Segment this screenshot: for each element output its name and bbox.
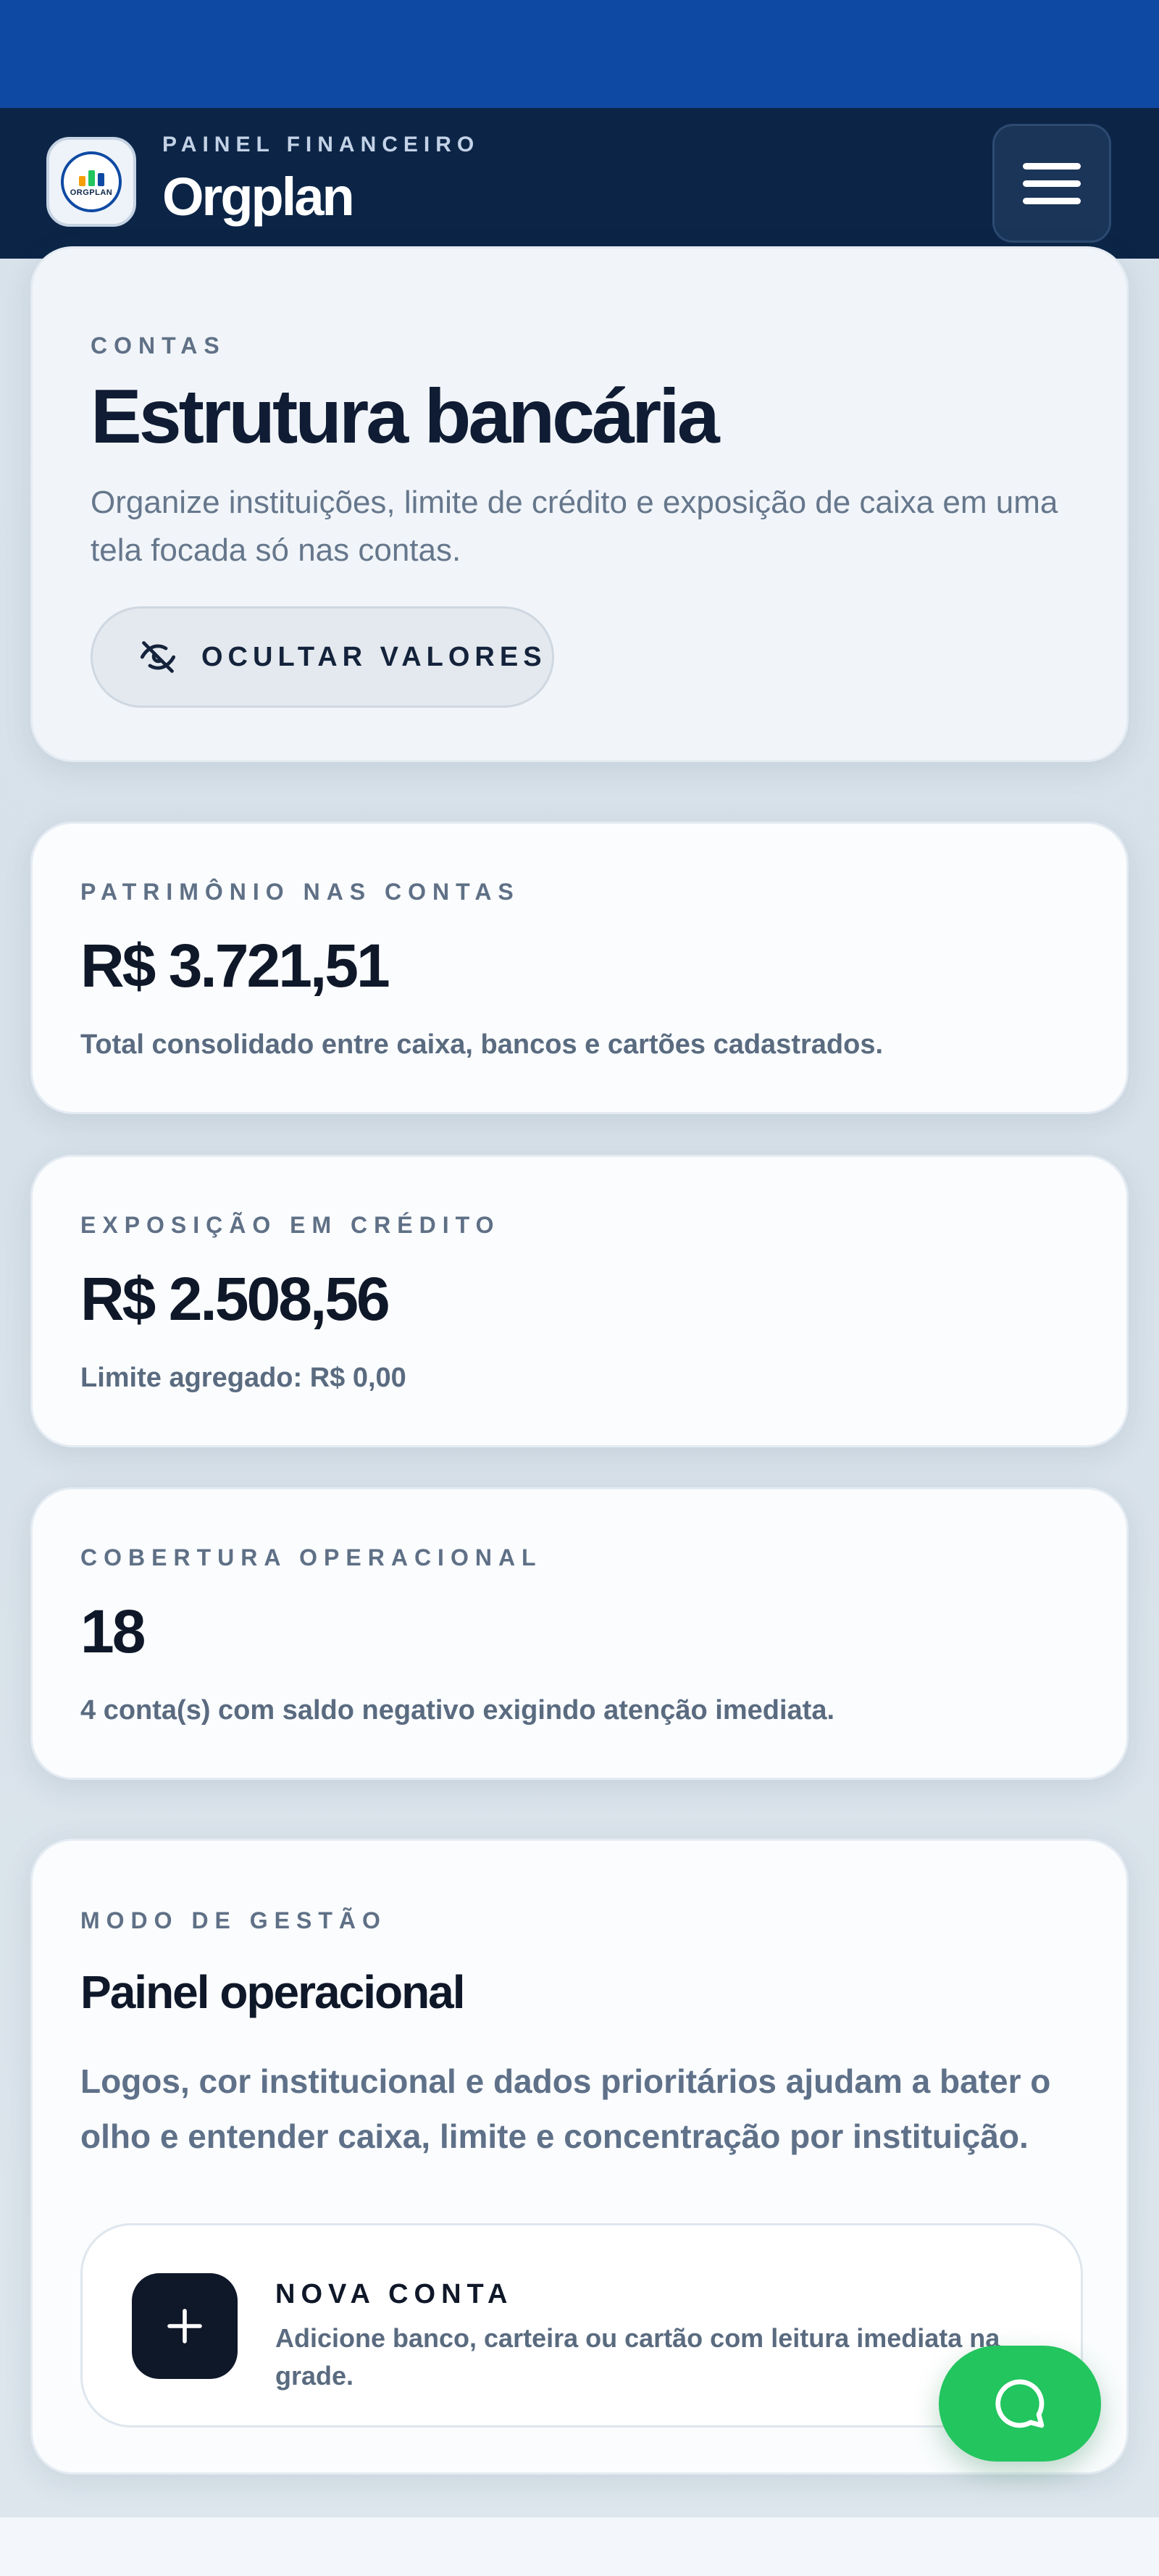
hero-description: Organize instituições, limite de crédito… xyxy=(91,485,1058,568)
stat-card-patrimonio: PATRIMÔNIO NAS CONTAS R$ 3.721,51 Total … xyxy=(30,821,1129,1114)
app-title: Orgplan xyxy=(162,167,355,227)
logo-text: ORGPLAN xyxy=(70,188,113,197)
mode-title: Painel operacional xyxy=(80,1966,466,2018)
header-eyebrow: PAINEL FINANCEIRO xyxy=(162,133,480,156)
stat-value: R$ 2.508,56 xyxy=(80,1265,390,1333)
hide-values-label: OCULTAR VALORES xyxy=(201,641,547,672)
stat-label: COBERTURA OPERACIONAL xyxy=(80,1544,543,1571)
stat-value: 18 xyxy=(80,1597,146,1665)
stat-note: Total consolidado entre caixa, bancos e … xyxy=(80,1029,884,1060)
hero-eyebrow: CONTAS xyxy=(91,333,226,359)
chat-bubble-icon xyxy=(995,2379,1045,2428)
mode-description: Logos, cor institucional e dados priorit… xyxy=(80,2062,1051,2155)
stat-card-cobertura: COBERTURA OPERACIONAL 18 4 conta(s) com … xyxy=(30,1487,1129,1780)
app-header: ORGPLAN PAINEL FINANCEIRO Orgplan xyxy=(0,108,1159,259)
eye-off-icon xyxy=(140,641,176,673)
hide-values-button[interactable]: OCULTAR VALORES xyxy=(91,606,554,708)
add-account-icon-box xyxy=(132,2273,238,2379)
stat-value: R$ 3.721,51 xyxy=(80,932,390,1000)
logo-bars-icon xyxy=(78,167,104,186)
new-account-button[interactable]: NOVA CONTA Adicione banco, carteira ou c… xyxy=(80,2223,1083,2427)
hamburger-menu-icon xyxy=(1023,162,1081,170)
bottom-strip xyxy=(0,2517,1159,2576)
app-logo[interactable]: ORGPLAN xyxy=(46,137,136,227)
stat-card-credito: EXPOSIÇÃO EM CRÉDITO R$ 2.508,56 Limite … xyxy=(30,1155,1129,1447)
status-bar xyxy=(0,0,1159,108)
stat-label: EXPOSIÇÃO EM CRÉDITO xyxy=(80,1212,501,1238)
stat-note: Limite agregado: R$ 0,00 xyxy=(80,1363,406,1393)
menu-button[interactable] xyxy=(992,124,1111,243)
new-account-title: NOVA CONTA xyxy=(275,2279,514,2309)
mode-eyebrow: MODO DE GESTÃO xyxy=(80,1907,387,1933)
plus-icon xyxy=(167,2309,202,2343)
chat-button[interactable] xyxy=(939,2346,1101,2462)
stat-label: PATRIMÔNIO NAS CONTAS xyxy=(80,879,520,905)
accounts-hero-card: CONTAS Estrutura bancária Organize insti… xyxy=(30,246,1129,762)
logo-mark: ORGPLAN xyxy=(61,151,122,212)
stat-note: 4 conta(s) com saldo negativo exigindo a… xyxy=(80,1695,835,1726)
new-account-description: Adicione banco, carteira ou cartão com l… xyxy=(275,2323,1000,2391)
page-title: Estrutura bancária xyxy=(91,374,720,459)
